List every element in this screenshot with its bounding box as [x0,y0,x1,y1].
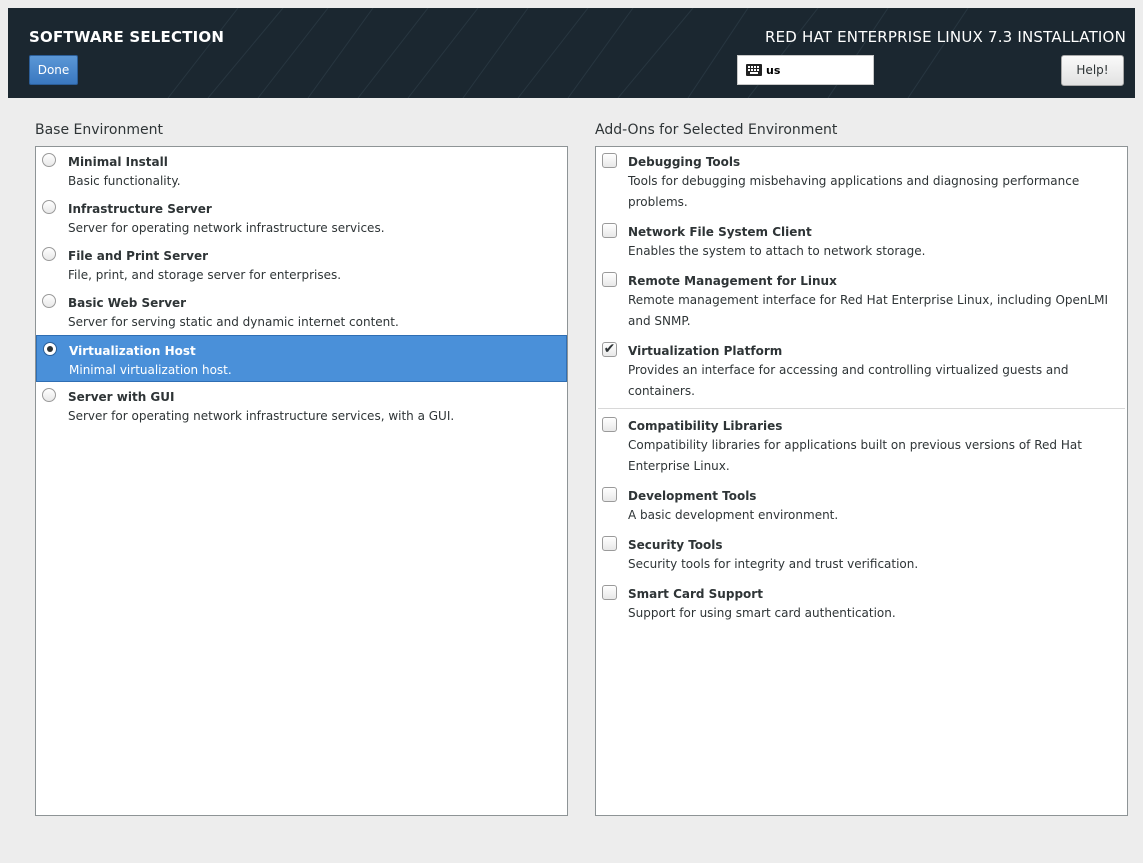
base-item-desc: Basic functionality. [68,174,181,188]
base-item-name: Infrastructure Server [68,202,212,216]
keyboard-layout-label: us [766,63,781,77]
radio-button[interactable] [42,247,56,261]
base-environment-heading: Base Environment [35,122,163,138]
checkbox[interactable] [602,153,617,168]
base-item-server-with-gui[interactable]: Server with GUI Server for operating net… [36,382,567,429]
base-item-basic-web-server[interactable]: Basic Web Server Server for serving stat… [36,288,567,335]
checkbox[interactable] [602,223,617,238]
addon-item-desc: Enables the system to attach to network … [628,244,926,258]
addon-item-remote-management-for-linux[interactable]: Remote Management for Linux Remote manag… [596,266,1127,336]
base-item-virtualization-host[interactable]: Virtualization Host Minimal virtualizati… [36,335,567,382]
base-environment-list: Minimal Install Basic functionality. Inf… [35,146,568,816]
base-item-minimal-install[interactable]: Minimal Install Basic functionality. [36,147,567,194]
base-item-name: File and Print Server [68,249,209,263]
addon-item-compatibility-libraries[interactable]: Compatibility Libraries Compatibility li… [596,411,1127,481]
addon-item-name: Remote Management for Linux [628,274,837,288]
radio-button[interactable] [42,200,56,214]
checkbox[interactable] [602,536,617,551]
base-item-desc: Minimal virtualization host. [69,363,232,377]
base-item-name: Minimal Install [68,155,168,169]
checkbox[interactable] [602,417,617,432]
base-item-desc: Server for serving static and dynamic in… [68,315,399,329]
keyboard-icon [746,64,762,76]
addon-item-name: Network File System Client [628,225,812,239]
addon-item-network-file-system-client[interactable]: Network File System Client Enables the s… [596,217,1127,266]
checkbox[interactable] [602,487,617,502]
addon-item-name: Development Tools [628,489,757,503]
addons-list: Debugging Tools Tools for debugging misb… [595,146,1128,816]
addon-item-name: Security Tools [628,538,723,552]
base-item-desc: Server for operating network infrastruct… [68,409,455,423]
radio-button[interactable] [42,153,56,167]
help-button[interactable]: Help! [1061,55,1124,86]
addon-item-desc: Compatibility libraries for applications… [628,438,1082,473]
base-item-name: Virtualization Host [69,344,196,358]
base-item-name: Basic Web Server [68,296,187,310]
addon-item-virtualization-platform[interactable]: ✔ Virtualization Platform Provides an in… [596,336,1127,406]
header-background-pattern [8,8,1135,98]
header-bar: SOFTWARE SELECTION Done RED HAT ENTERPRI… [8,8,1135,98]
keyboard-layout-indicator[interactable]: us [737,55,874,85]
addon-item-name: Virtualization Platform [628,344,783,358]
addon-item-name: Debugging Tools [628,155,741,169]
radio-button-selected[interactable] [43,342,57,356]
addon-item-security-tools[interactable]: Security Tools Security tools for integr… [596,530,1127,579]
base-item-file-and-print-server[interactable]: File and Print Server File, print, and s… [36,241,567,288]
addon-item-name: Compatibility Libraries [628,419,783,433]
base-item-name: Server with GUI [68,390,175,404]
addon-item-debugging-tools[interactable]: Debugging Tools Tools for debugging misb… [596,147,1127,217]
addon-item-desc: Security tools for integrity and trust v… [628,557,919,571]
addon-item-smart-card-support[interactable]: Smart Card Support Support for using sma… [596,579,1127,628]
base-item-desc: File, print, and storage server for ente… [68,268,342,282]
base-item-infrastructure-server[interactable]: Infrastructure Server Server for operati… [36,194,567,241]
addon-item-desc: Support for using smart card authenticat… [628,606,896,620]
addon-item-development-tools[interactable]: Development Tools A basic development en… [596,481,1127,530]
addon-item-desc: Provides an interface for accessing and … [628,363,1069,398]
checkbox[interactable] [602,585,617,600]
radio-button[interactable] [42,294,56,308]
done-button[interactable]: Done [29,55,78,85]
product-title: RED HAT ENTERPRISE LINUX 7.3 INSTALLATIO… [765,28,1126,46]
base-item-desc: Server for operating network infrastruct… [68,221,385,235]
radio-button[interactable] [42,388,56,402]
screen-title: SOFTWARE SELECTION [29,28,225,46]
addon-item-name: Smart Card Support [628,587,763,601]
addon-item-desc: Remote management interface for Red Hat … [628,293,1109,328]
checkbox[interactable] [602,272,617,287]
checkbox-checked[interactable]: ✔ [602,342,617,357]
addon-item-desc: Tools for debugging misbehaving applicat… [628,174,1080,209]
addon-item-desc: A basic development environment. [628,508,839,522]
addon-separator [598,408,1125,409]
addons-heading: Add-Ons for Selected Environment [595,122,838,138]
